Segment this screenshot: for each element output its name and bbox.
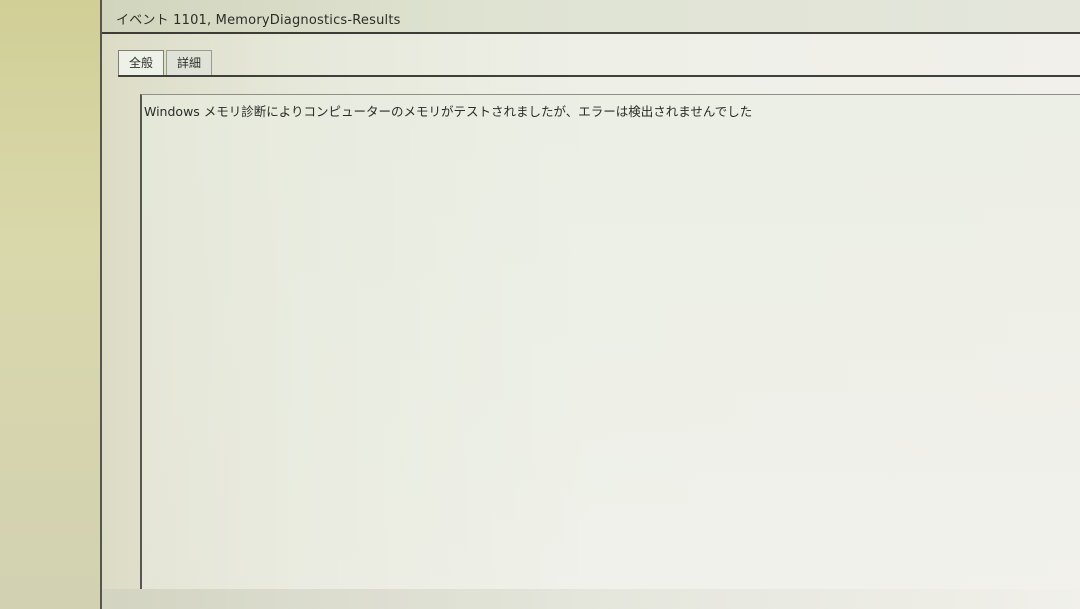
tab-general[interactable]: 全般 bbox=[118, 50, 165, 76]
tab-details[interactable]: 詳細 bbox=[166, 50, 213, 76]
title-bar[interactable]: イベント 1101, MemoryDiagnostics-Results bbox=[102, 0, 1080, 34]
event-properties-window: イベント 1101, MemoryDiagnostics-Results 全般 … bbox=[100, 0, 1080, 609]
event-message: Windows メモリ診断によりコンピューターのメモリがテストされましたが、エラ… bbox=[144, 104, 753, 119]
tab-strip: 全般 詳細 bbox=[118, 50, 214, 76]
event-description-box[interactable]: Windows メモリ診断によりコンピューターのメモリがテストされましたが、エラ… bbox=[140, 94, 1080, 589]
window-title: イベント 1101, MemoryDiagnostics-Results bbox=[116, 13, 401, 28]
tab-divider bbox=[118, 75, 1080, 77]
monitor-bezel bbox=[0, 0, 100, 609]
window-bottom-edge bbox=[102, 589, 1080, 609]
